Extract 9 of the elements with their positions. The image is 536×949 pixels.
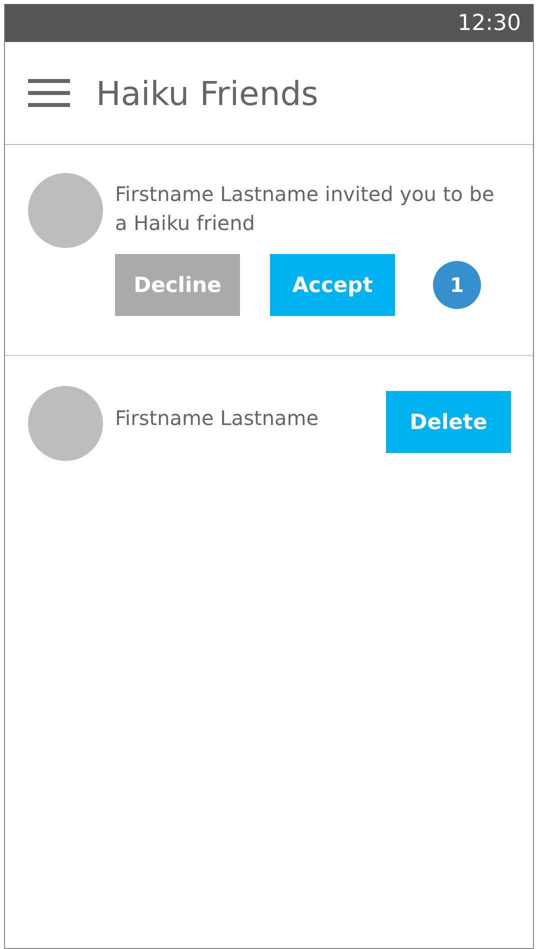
decline-button[interactable]: Decline (115, 254, 240, 316)
app-title: Haiku Friends (96, 74, 318, 112)
menu-icon[interactable] (28, 79, 70, 107)
delete-button[interactable]: Delete (386, 391, 511, 453)
accept-button[interactable]: Accept (270, 254, 395, 316)
invitation-message: Firstname Lastname invited you to be a Haiku friend (115, 181, 496, 237)
clock: 12:30 (458, 10, 521, 36)
annotation-badge: 1 (433, 261, 481, 309)
friend-name: Firstname Lastname (115, 405, 320, 432)
